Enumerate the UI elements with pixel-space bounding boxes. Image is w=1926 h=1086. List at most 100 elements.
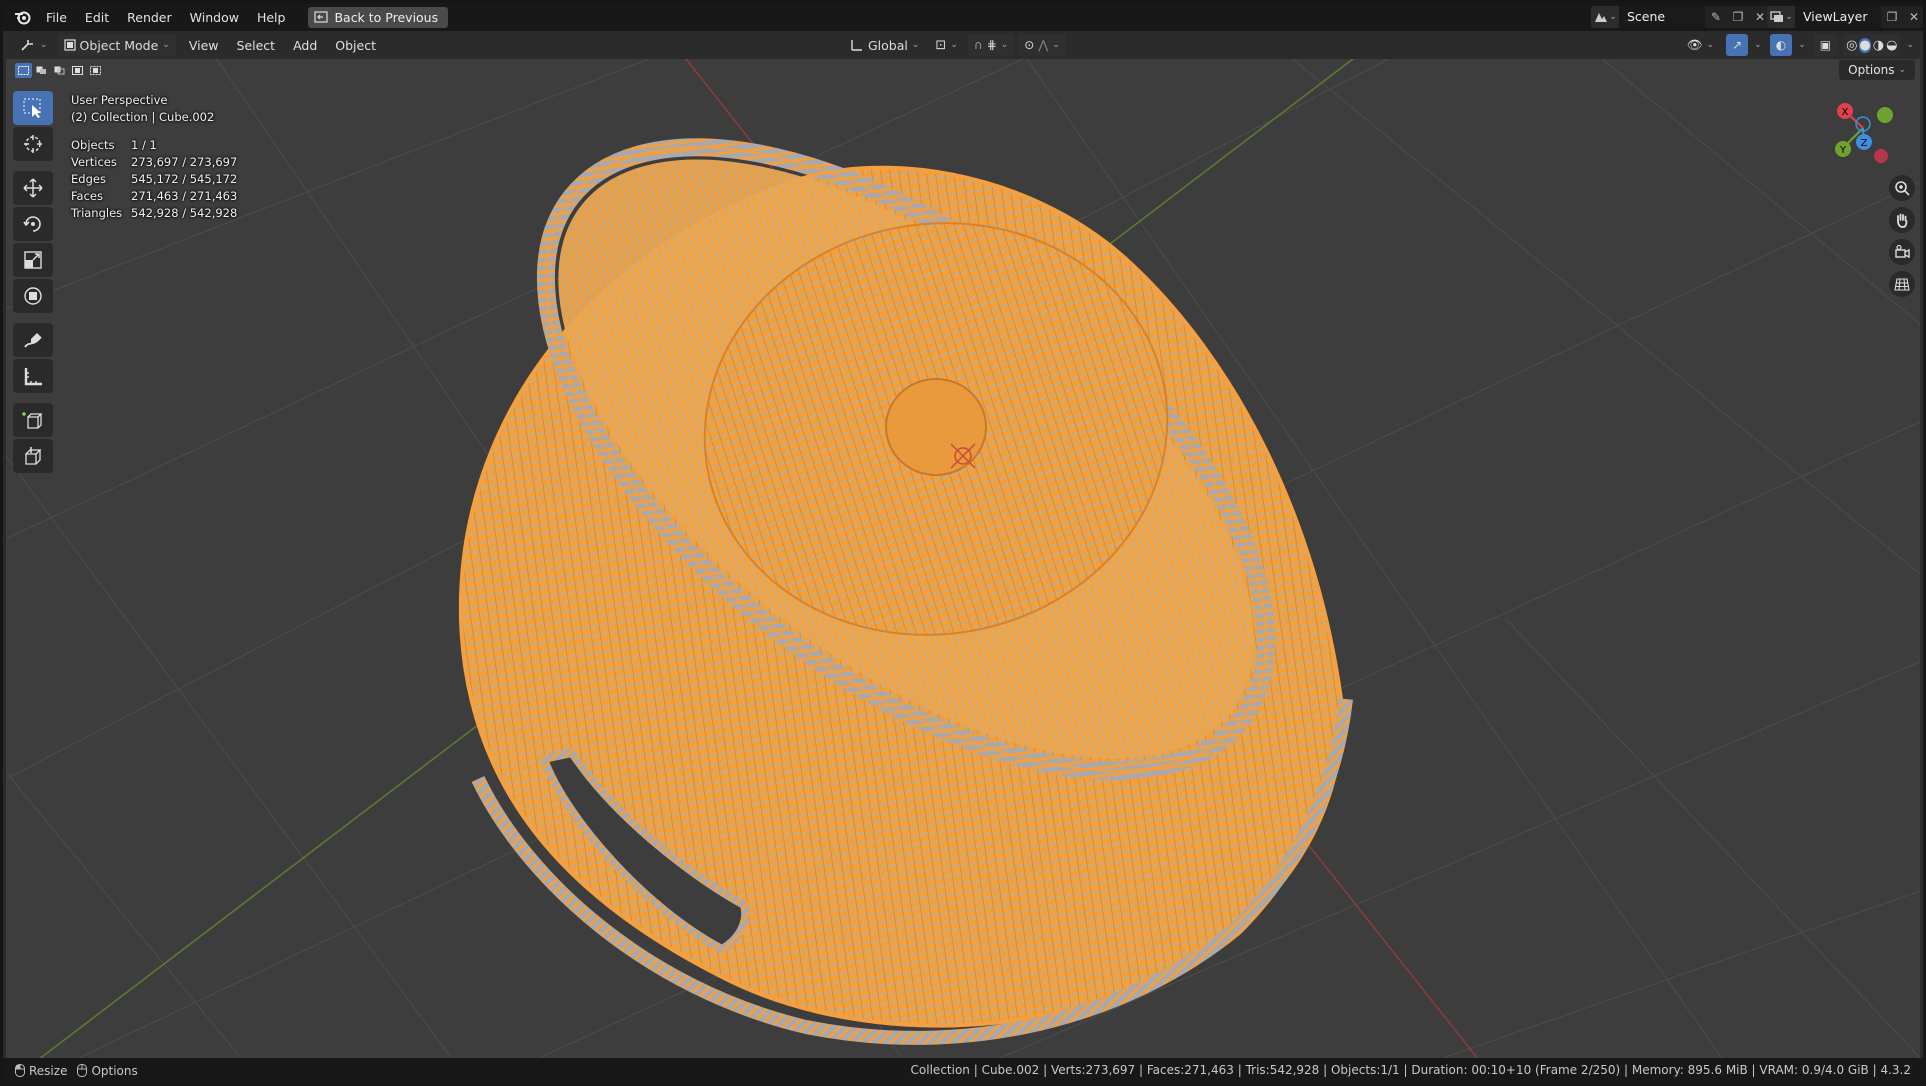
xray-toggle[interactable]: ▣ [1813, 34, 1838, 56]
navigation-buttons [1889, 175, 1915, 297]
gizmo-negative-x[interactable] [1874, 149, 1888, 163]
back-icon [314, 11, 329, 23]
snapping-toggle[interactable]: ∩ ⋕ ⌄ [967, 34, 1015, 56]
back-to-previous-label: Back to Previous [334, 9, 439, 25]
stat-row-vertices: Vertices 273,697 / 273,697 [71, 154, 237, 171]
mouse-left-icon [15, 1064, 25, 1077]
select-box-tool[interactable] [13, 91, 53, 125]
status-resize-label: Resize [29, 1063, 68, 1078]
camera-view-button[interactable] [1889, 239, 1915, 265]
object-mode-icon [63, 39, 76, 51]
move-icon [23, 178, 43, 198]
solid-shading-icon[interactable]: ● [1859, 37, 1871, 53]
editor-type-icon [21, 40, 33, 51]
hand-icon [1897, 213, 1908, 228]
stat-row-triangles: Triangles 542,928 / 542,928 [71, 205, 237, 222]
new-view-layer-icon[interactable]: ❐ [1881, 6, 1903, 28]
eye-icon: 👁 [1686, 37, 1703, 52]
measure-tool[interactable] [13, 359, 53, 393]
menu-edit[interactable]: Edit [76, 6, 118, 29]
select-subtract-icon[interactable] [51, 63, 68, 78]
scene-selector[interactable]: ⌄ Scene ✎ ❐ ✕ [1591, 6, 1771, 28]
navigation-gizmo[interactable]: X Y Z [1823, 98, 1903, 170]
scene-status-text: Collection | Cube.002 | Verts:273,697 | … [910, 1063, 1911, 1077]
blender-window: File Edit Render Window Help Back to Pre… [0, 0, 1926, 1086]
blender-logo-icon[interactable] [9, 3, 37, 31]
view-layer-name-field[interactable]: ViewLayer [1795, 6, 1881, 28]
zoom-button[interactable] [1889, 175, 1915, 201]
shading-modes[interactable]: ◎ ● ◑ ◒ [1843, 34, 1901, 56]
basket-mesh[interactable] [439, 59, 1374, 1045]
scale-tool[interactable] [13, 243, 53, 277]
pin-icon[interactable]: ✎ [1705, 6, 1727, 28]
perspective-label: User Perspective [71, 93, 168, 107]
stat-row-edges: Edges 545,172 / 545,172 [71, 171, 237, 188]
falloff-icon: ⋀ [1038, 38, 1049, 52]
3d-viewport[interactable] [6, 59, 1920, 1058]
status-options-label: Options [91, 1063, 138, 1078]
options-label: Options [1848, 63, 1895, 77]
new-scene-icon[interactable]: ❐ [1727, 6, 1749, 28]
stat-value: 273,697 / 273,697 [131, 155, 238, 169]
gizmo-z-label: Z [1861, 138, 1868, 149]
magnet-icon: ∩ [973, 38, 983, 52]
options-dropdown[interactable]: Options ⌄ [1839, 60, 1915, 80]
gizmo-toggle[interactable]: ↗ [1726, 34, 1749, 56]
extrude-tool[interactable] [13, 439, 53, 473]
scene-icon[interactable]: ⌄ [1591, 6, 1619, 28]
overlays-toggle[interactable]: ◐ [1769, 34, 1793, 56]
rendered-shading-icon[interactable]: ◒ [1886, 38, 1897, 53]
pan-button[interactable] [1889, 207, 1915, 233]
transform-orientation-dropdown[interactable]: Global ⌄ [844, 34, 925, 56]
perspective-toggle-button[interactable] [1889, 271, 1915, 297]
stat-label: Edges [71, 172, 106, 186]
pivot-point-dropdown[interactable]: ⊡ ⌄ [929, 34, 963, 56]
menu-view[interactable]: View [180, 38, 228, 53]
scale-icon [24, 251, 42, 269]
stat-value: 1 / 1 [131, 138, 157, 152]
rotate-tool[interactable] [13, 207, 53, 241]
proportional-editing-toggle[interactable]: ⊙ ⋀ ⌄ [1018, 34, 1066, 56]
view-layer-icon[interactable]: ⌄ [1767, 6, 1795, 28]
menu-add[interactable]: Add [284, 38, 326, 53]
cursor-tool[interactable] [13, 127, 53, 161]
scene-statistics: Objects 1 / 1 Vertices 273,697 / 273,697… [71, 137, 237, 222]
select-extend-icon[interactable] [33, 63, 50, 78]
select-box-icon [23, 98, 41, 118]
visibility-dropdown[interactable]: 👁 ⌄ [1681, 34, 1720, 56]
stat-value: 545,172 / 545,172 [131, 172, 238, 186]
select-new-icon[interactable] [15, 63, 32, 78]
object-mode-dropdown[interactable]: Object Mode ⌄ [57, 34, 176, 56]
select-invert-icon[interactable] [69, 63, 86, 78]
measure-icon [24, 368, 42, 386]
grid-perspective-icon [1894, 278, 1910, 291]
delete-view-layer-icon[interactable]: ✕ [1903, 6, 1923, 28]
transform-tool[interactable] [13, 279, 53, 313]
scene-name-field[interactable]: Scene [1619, 6, 1705, 28]
menu-window[interactable]: Window [181, 6, 248, 29]
stat-row-faces: Faces 271,463 / 271,463 [71, 188, 237, 205]
select-intersect-icon[interactable] [87, 63, 104, 78]
xray-icon: ▣ [1819, 38, 1832, 52]
collection-label: (2) Collection | Cube.002 [71, 110, 215, 124]
tool-shelf [13, 91, 53, 473]
wireframe-shading-icon[interactable]: ◎ [1846, 38, 1857, 53]
annotate-tool[interactable] [13, 323, 53, 357]
menu-help[interactable]: Help [248, 6, 295, 29]
stat-label: Objects [71, 138, 115, 152]
extrude-icon [25, 447, 42, 465]
material-shading-icon[interactable]: ◑ [1873, 38, 1884, 53]
pivot-icon: ⊡ [935, 37, 947, 53]
selection-mode-buttons [15, 63, 104, 78]
view-layer-selector[interactable]: ⌄ ViewLayer ❐ ✕ [1767, 6, 1923, 28]
add-cube-tool[interactable] [13, 403, 53, 437]
back-to-previous-button[interactable]: Back to Previous [308, 6, 449, 28]
viewport-header: ⌄ Object Mode ⌄ View Select Add Object G… [6, 31, 1920, 59]
menu-object[interactable]: Object [326, 38, 385, 53]
menu-render[interactable]: Render [118, 6, 181, 29]
menu-file[interactable]: File [37, 6, 76, 29]
menu-select[interactable]: Select [228, 38, 285, 53]
editor-type-button[interactable]: ⌄ [14, 34, 54, 56]
move-tool[interactable] [13, 171, 53, 205]
gizmo-negative-y[interactable] [1877, 107, 1893, 123]
